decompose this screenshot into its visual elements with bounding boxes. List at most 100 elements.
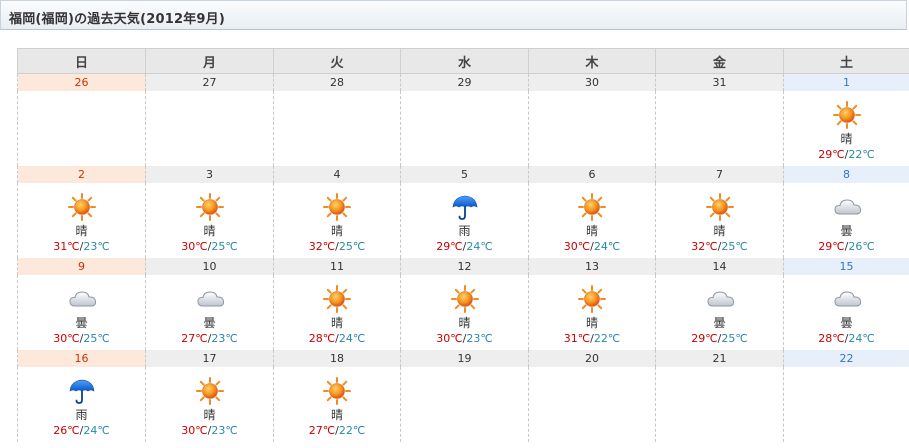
weather-condition: 晴 (330, 316, 343, 330)
low-temperature: 25℃ (211, 240, 238, 253)
high-temperature: 32℃ (308, 240, 336, 253)
weather-row: 晴 31℃/23℃ 晴 30℃/25℃ 晴 32℃/25℃ 雨 29℃/24℃ 晴 30℃/24℃… (17, 183, 909, 258)
high-temperature: 30℃ (181, 240, 208, 253)
sun-icon (578, 193, 606, 221)
temperature-range: 29℃/22℃ (784, 148, 909, 161)
date-cell: 13 (528, 258, 656, 275)
date-cell: 15 (783, 258, 909, 275)
day-cell: 曇 29℃/26℃ (783, 183, 909, 258)
high-temperature: 31℃ (563, 332, 591, 345)
high-temperature: 32℃ (691, 240, 718, 253)
day-cell: 晴 32℃/25℃ (273, 183, 401, 258)
temperature-range: 27℃/22℃ (274, 424, 400, 437)
day-cell: 雨 26℃/24℃ (17, 367, 146, 442)
date-cell: 19 (400, 350, 529, 367)
temperature-range: 30℃/25℃ (18, 332, 145, 345)
weekday-header-sun: 日 (17, 48, 146, 74)
date-cell: 18 (273, 350, 401, 367)
weather-row: 曇 30℃/25℃ 曇 27℃/23℃ 晴 28℃/24℃ 晴 30℃/23℃ 晴 31℃/22℃… (17, 275, 909, 350)
temperature-range: 29℃/24℃ (401, 240, 528, 253)
day-cell: 曇 27℃/23℃ (145, 275, 274, 350)
weather-condition: 曇 (840, 316, 853, 330)
weather-condition: 曇 (75, 316, 88, 330)
low-temperature: 22℃ (338, 424, 366, 437)
weather-condition: 雨 (75, 408, 88, 422)
cloud-icon (833, 193, 861, 221)
weekday-header-sat: 土 (783, 48, 909, 74)
weather-condition: 雨 (458, 224, 471, 238)
temperature-range: 30℃/23℃ (146, 424, 273, 437)
temperature-range: 28℃/24℃ (784, 332, 909, 345)
cloud-icon (68, 285, 96, 313)
weekday-header-fri: 金 (655, 48, 784, 74)
day-cell (145, 91, 274, 166)
date-cell: 10 (145, 258, 274, 275)
umbrella-icon (451, 193, 479, 221)
high-temperature: 29℃ (818, 240, 845, 253)
date-cell: 12 (400, 258, 529, 275)
day-cell: 晴 30℃/23℃ (145, 367, 274, 442)
date-cell: 30 (528, 73, 656, 91)
day-cell (655, 91, 784, 166)
weather-condition: 晴 (713, 224, 726, 238)
temperature-range: 31℃/22℃ (529, 332, 655, 345)
date-cell: 28 (273, 73, 401, 91)
date-cell: 1 (783, 73, 909, 91)
day-cell: 晴 30℃/25℃ (145, 183, 274, 258)
sun-icon (450, 285, 479, 313)
temperature-range: 28℃/24℃ (274, 332, 400, 345)
low-temperature: 23℃ (466, 332, 493, 345)
low-temperature: 25℃ (338, 240, 366, 253)
day-cell: 晴 30℃/24℃ (528, 183, 656, 258)
sun-icon (323, 285, 351, 313)
umbrella-icon (68, 377, 96, 405)
date-cell: 14 (655, 258, 784, 275)
high-temperature: 29℃ (436, 240, 463, 253)
weather-condition: 曇 (840, 224, 853, 238)
sun-icon (195, 377, 224, 405)
day-cell (400, 91, 529, 166)
high-temperature: 31℃ (53, 240, 80, 253)
sun-icon (195, 193, 224, 221)
sun-icon (323, 193, 351, 221)
low-temperature: 23℃ (211, 424, 238, 437)
date-row: 9 10 11 12 13 14 15 (17, 258, 909, 275)
temperature-range: 29℃/25℃ (656, 332, 783, 345)
title-bar: 福岡(福岡)の過去天気(2012年9月) (0, 0, 907, 30)
weather-condition: 曇 (713, 316, 726, 330)
weekday-header-tue: 火 (273, 48, 401, 74)
date-cell: 2 (17, 166, 146, 183)
low-temperature: 23℃ (83, 240, 110, 253)
weather-condition: 晴 (458, 316, 471, 330)
date-cell: 7 (655, 166, 784, 183)
date-row: 2345678 (17, 166, 909, 183)
day-cell: 晴 31℃/22℃ (528, 275, 656, 350)
date-cell: 6 (528, 166, 656, 183)
date-cell: 20 (528, 350, 656, 367)
day-cell (528, 91, 656, 166)
day-cell: 晴 32℃/25℃ (655, 183, 784, 258)
date-cell: 17 (145, 350, 274, 367)
weather-condition: 晴 (203, 408, 216, 422)
date-cell: 11 (273, 258, 401, 275)
temperature-range: 26℃/24℃ (18, 424, 145, 437)
high-temperature: 29℃ (691, 332, 718, 345)
temperature-range: 31℃/23℃ (18, 240, 145, 253)
day-cell: 晴 31℃/23℃ (17, 183, 146, 258)
date-cell: 31 (655, 73, 784, 91)
weather-condition: 晴 (330, 408, 343, 422)
date-cell: 9 (17, 258, 146, 275)
temperature-range: 32℃/25℃ (274, 240, 400, 253)
high-temperature: 30℃ (436, 332, 463, 345)
day-cell: 曇 28℃/24℃ (783, 275, 909, 350)
high-temperature: 30℃ (53, 332, 80, 345)
weather-condition: 曇 (203, 316, 216, 330)
low-temperature: 26℃ (848, 240, 875, 253)
weather-condition: 晴 (75, 224, 88, 238)
weather-condition: 晴 (585, 316, 598, 330)
day-cell (273, 91, 401, 166)
day-cell: 晴 28℃/24℃ (273, 275, 401, 350)
weekday-header-wed: 水 (400, 48, 529, 74)
high-temperature: 27℃ (181, 332, 208, 345)
page-title: 福岡(福岡)の過去天気(2012年9月) (9, 12, 225, 27)
